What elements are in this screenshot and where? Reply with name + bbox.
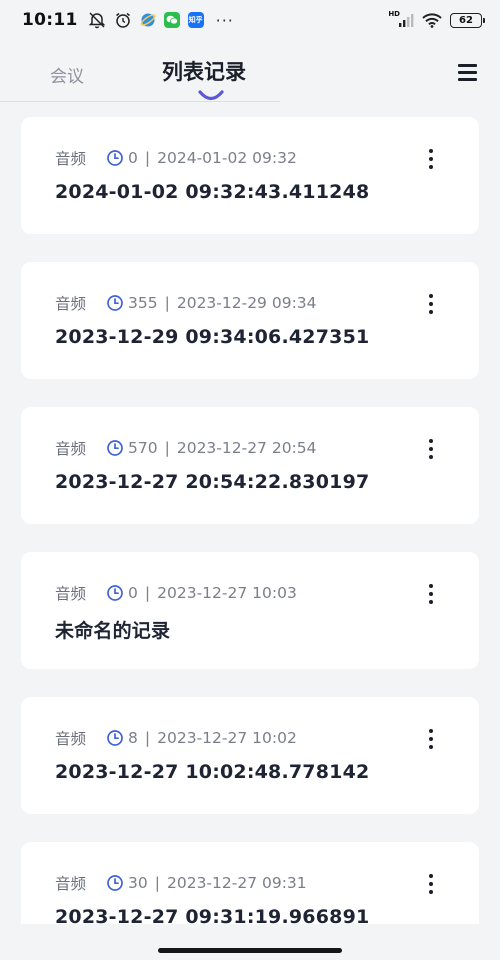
more-options-button[interactable] [423,437,439,461]
clock-icon [106,584,124,602]
status-time: 10:11 [22,10,78,30]
record-datetime: 2023-12-29 09:34 [176,294,317,312]
meta-separator: | [164,439,170,457]
record-type: 音频 [55,585,87,603]
record-duration: 570 [128,439,158,457]
record-meta: 音频 570 | 2023-12-27 20:54 [55,437,317,459]
more-dot [429,584,433,588]
more-dot [429,302,433,306]
more-options-button[interactable] [423,292,439,316]
meta-separator: | [144,729,151,747]
record-datetime: 2024-01-02 09:32 [157,149,297,167]
record-type: 音频 [55,295,87,313]
record-meta: 音频 0 | 2024-01-02 09:32 [55,147,297,169]
mute-bell-icon [88,11,106,29]
meta-separator: | [144,149,151,167]
more-dot [429,149,433,153]
meta-separator: | [144,584,151,602]
record-card[interactable]: 音频 0 | 2024-01-02 09:32 2024-01-02 09:32… [21,117,479,234]
record-meta: 音频 355 | 2023-12-29 09:34 [55,292,317,314]
more-dot [429,882,433,886]
more-options-button[interactable] [423,727,439,751]
zhihu-app-icon: 知乎 [187,12,204,28]
battery-level: 62 [459,14,473,26]
header-divider [0,101,280,102]
more-options-button[interactable] [423,582,439,606]
more-dot [429,165,433,169]
clock-icon [106,439,124,457]
record-meta: 音频 30 | 2023-12-27 09:31 [55,872,307,894]
record-datetime: 2023-12-27 10:03 [157,584,297,602]
record-title: 2024-01-02 09:32:43.411248 [55,181,370,203]
more-options-button[interactable] [423,872,439,896]
alarm-icon [114,11,132,29]
wechat-app-icon [163,12,180,28]
record-duration: 0 [128,584,138,602]
wifi-icon [422,12,442,28]
more-dot [429,729,433,733]
clock-icon [106,149,124,167]
menu-bar-top [458,64,477,67]
more-dot [429,310,433,314]
menu-bar-middle [458,71,477,74]
tab-header: 会议 列表记录 [0,42,500,104]
more-dot [429,600,433,604]
record-title: 2023-12-27 20:54:22.830197 [55,471,370,493]
menu-bar-bottom [458,78,477,81]
more-notifications-indicator: ··· [215,10,234,30]
record-datetime: 2023-12-27 09:31 [166,874,307,892]
more-dot [429,874,433,878]
tab-records[interactable]: 列表记录 [162,56,246,86]
more-dot [429,157,433,161]
record-title: 2023-12-27 10:02:48.778142 [55,761,370,783]
clock-icon [106,294,124,312]
record-type: 音频 [55,150,87,168]
meta-separator: | [164,294,170,312]
record-card[interactable]: 音频 30 | 2023-12-27 09:31 2023-12-27 09:3… [21,842,479,924]
record-datetime: 2023-12-27 10:02 [157,729,297,747]
record-card[interactable]: 音频 0 | 2023-12-27 10:03 未命名的记录 [21,552,479,669]
status-bar: 10:11 知乎 ··· HD 62 [0,0,500,40]
record-duration: 8 [128,729,138,747]
battery-icon: 62 [450,12,485,28]
record-card[interactable]: 音频 355 | 2023-12-29 09:34 2023-12-29 09:… [21,262,479,379]
record-meta: 音频 8 | 2023-12-27 10:02 [55,727,297,749]
meta-separator: | [154,874,160,892]
tab-meeting[interactable]: 会议 [50,62,84,87]
more-dot [429,455,433,459]
record-type: 音频 [55,875,87,893]
record-title: 未命名的记录 [55,620,171,642]
browser-app-icon [140,12,156,28]
record-list[interactable]: 音频 0 | 2024-01-02 09:32 2024-01-02 09:32… [0,116,500,924]
record-duration: 30 [128,874,148,892]
home-gesture-bar[interactable] [158,948,342,953]
more-dot [429,745,433,749]
record-duration: 0 [128,149,138,167]
more-dot [429,592,433,596]
record-type: 音频 [55,440,87,458]
gesture-area [0,924,500,960]
record-meta: 音频 0 | 2023-12-27 10:03 [55,582,297,604]
record-card[interactable]: 音频 8 | 2023-12-27 10:02 2023-12-27 10:02… [21,697,479,814]
more-dot [429,447,433,451]
more-options-button[interactable] [423,147,439,171]
zhihu-app-label: 知乎 [188,16,203,24]
more-dot [429,439,433,443]
clock-icon [106,874,124,892]
clock-icon [106,729,124,747]
record-duration: 355 [128,294,158,312]
cellular-signal-icon: HD [388,10,414,27]
hd-label: HD [388,10,400,18]
record-card[interactable]: 音频 570 | 2023-12-27 20:54 2023-12-27 20:… [21,407,479,524]
status-icons-left: 知乎 ··· [88,11,234,30]
record-type: 音频 [55,730,87,748]
record-datetime: 2023-12-27 20:54 [176,439,317,457]
more-dot [429,294,433,298]
more-dot [429,890,433,894]
more-dot [429,737,433,741]
record-title: 2023-12-27 09:31:19.966891 [55,906,370,924]
record-title: 2023-12-29 09:34:06.427351 [55,326,370,348]
menu-button[interactable] [458,64,480,82]
status-icons-right: HD 62 [388,10,485,28]
